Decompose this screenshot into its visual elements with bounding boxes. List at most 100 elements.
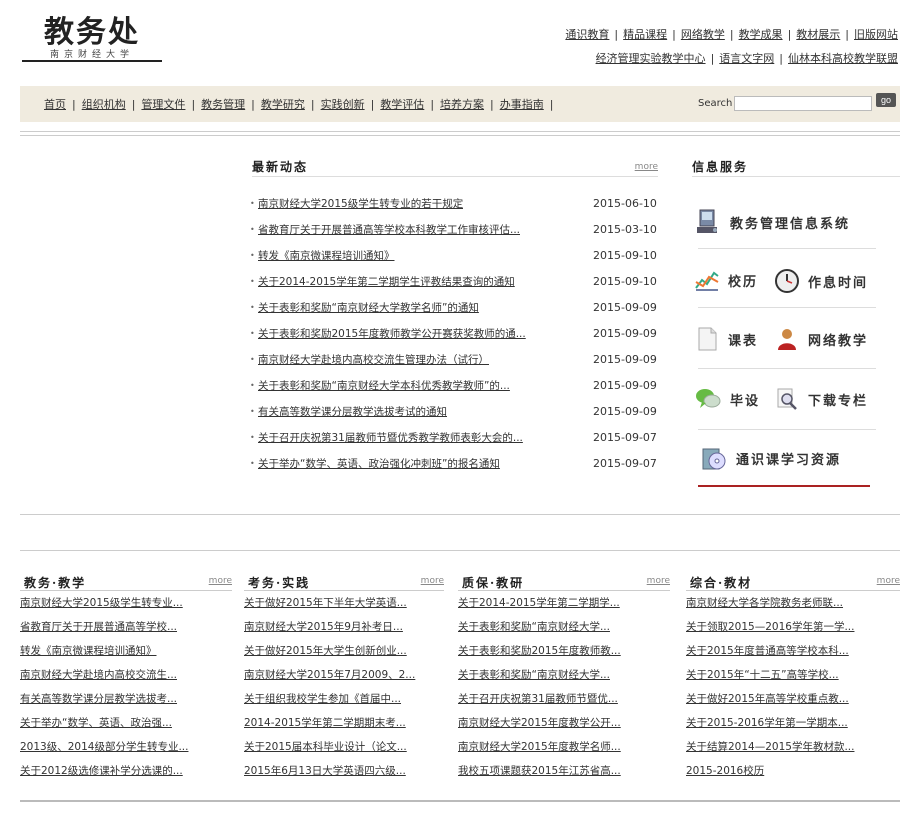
list-item-link[interactable]: 关于召开庆祝第31届教师节暨优... <box>458 693 618 705</box>
list-item-link[interactable]: 2013级、2014级部分学生转专业... <box>20 741 188 753</box>
logo-title: 教务处 <box>44 15 140 50</box>
list-item-link[interactable]: 关于2014-2015学年第二学期学... <box>458 597 620 609</box>
list-item-link[interactable]: 省教育厅关于开展普通高等学校... <box>20 621 177 633</box>
list-item: 南京财经大学2015级学生转专业... <box>20 591 232 615</box>
list-item-link[interactable]: 关于做好2015年下半年大学英语... <box>244 597 407 609</box>
list-item-link[interactable]: 关于2012级选修课补学分选课的... <box>20 765 183 777</box>
top-link-general-education[interactable]: 通识教育 <box>565 28 609 41</box>
news-item-date: 2015-09-09 <box>593 301 657 314</box>
list-item: 关于结算2014—2015学年教材款... <box>686 735 900 759</box>
list-item-link[interactable]: 关于2015年度普通高等学校本科... <box>686 645 849 657</box>
nav-teaching-research[interactable]: 教学研究 <box>261 98 305 111</box>
news-more-link[interactable]: more <box>635 162 658 172</box>
news-item-link[interactable]: 关于表彰和奖励2015年度教师教学公开赛获奖教师的通... <box>258 326 526 342</box>
service-academic-system[interactable]: 教务管理信息系统 <box>694 208 850 236</box>
nav-home[interactable]: 首页 <box>44 98 66 111</box>
news-item-date: 2015-09-07 <box>593 431 657 444</box>
disc-box-icon <box>702 448 726 470</box>
nav-documents[interactable]: 管理文件 <box>141 98 185 111</box>
news-item-link[interactable]: 关于表彰和奖励“南京财经大学教学名师”的通知 <box>258 300 479 316</box>
list-item-link[interactable]: 关于组织我校学生参加《首届中... <box>244 693 401 705</box>
nav-organization[interactable]: 组织机构 <box>82 98 126 111</box>
list-item-link[interactable]: 有关高等数学课分层教学选拔考... <box>20 693 177 705</box>
nav-practice[interactable]: 实践创新 <box>321 98 365 111</box>
nav-academic-affairs[interactable]: 教务管理 <box>201 98 245 111</box>
column-list: 南京财经大学2015级学生转专业... 省教育厅关于开展普通高等学校... 转发《南… <box>20 591 232 783</box>
top-link-quality-courses[interactable]: 精品课程 <box>623 28 667 41</box>
bullet-icon: • <box>250 225 255 234</box>
list-item-link[interactable]: 关于2015年“十二五”高等学校... <box>686 669 839 681</box>
list-item-link[interactable]: 关于表彰和奖励2015年度教师教... <box>458 645 621 657</box>
nav-training-plan[interactable]: 培养方案 <box>440 98 484 111</box>
list-item-link[interactable]: 关于表彰和奖励“南京财经大学... <box>458 669 610 681</box>
news-item-link[interactable]: 有关高等数学课分层教学选拔考试的通知 <box>258 404 447 420</box>
list-item-link[interactable]: 关于举办“数学、英语、政治强... <box>20 717 172 729</box>
news-item-link[interactable]: 南京财经大学2015级学生转专业的若干规定 <box>258 196 463 212</box>
site-logo[interactable]: 教务处 南京财经大学 <box>22 15 184 62</box>
top-link-xianlin-alliance[interactable]: 仙林本科高校教学联盟 <box>788 52 898 65</box>
list-item-link[interactable]: 关于领取2015—2016学年第一学... <box>686 621 854 633</box>
list-item-link[interactable]: 关于表彰和奖励“南京财经大学... <box>458 621 610 633</box>
news-item: • 关于2014-2015学年第二学期学生评教结果查询的通知 2015-09-10 <box>250 274 660 300</box>
service-timetable[interactable]: 课表 <box>694 326 758 352</box>
column-more-link[interactable]: more <box>877 576 900 586</box>
top-link-old-site[interactable]: 旧版网站 <box>854 28 898 41</box>
search-go-button[interactable]: go <box>876 93 896 107</box>
column-more-link[interactable]: more <box>647 576 670 586</box>
column-header: 考务·实践 more <box>244 572 444 591</box>
list-item-link[interactable]: 2015-2016校历 <box>686 765 764 777</box>
news-header: 最新动态 more <box>252 158 658 177</box>
list-item-link[interactable]: 2014-2015学年第二学期期末考... <box>244 717 406 729</box>
list-item-link[interactable]: 关于做好2015年大学生创新创业... <box>244 645 407 657</box>
list-item: 关于召开庆祝第31届教师节暨优... <box>458 687 670 711</box>
news-item-link[interactable]: 关于举办“数学、英语、政治强化冲刺班”的报名通知 <box>258 456 500 472</box>
list-item-link[interactable]: 南京财经大学2015年7月2009、2... <box>244 669 415 681</box>
column-header: 质保·教研 more <box>458 572 670 591</box>
list-item-link[interactable]: 2015年6月13日大学英语四六级... <box>244 765 406 777</box>
service-graduation-project[interactable]: 毕设 <box>694 386 760 412</box>
list-item-link[interactable]: 南京财经大学各学院教务老师联... <box>686 597 843 609</box>
top-link-experiment-center[interactable]: 经济管理实验教学中心 <box>596 52 706 65</box>
list-item: 关于做好2015年高等学校重点教... <box>686 687 900 711</box>
search-input[interactable] <box>734 96 872 111</box>
nav-guide[interactable]: 办事指南 <box>500 98 544 111</box>
list-item-link[interactable]: 我校五项课题获2015年江苏省高... <box>458 765 621 777</box>
list-item-link[interactable]: 关于做好2015年高等学校重点教... <box>686 693 849 705</box>
service-calendar[interactable]: 校历 <box>694 268 758 292</box>
news-item-link[interactable]: 南京财经大学赴境内高校交流生管理办法（试行） <box>258 352 489 368</box>
service-general-course-resources[interactable]: 通识课学习资源 <box>700 444 841 472</box>
list-item: 南京财经大学2015年7月2009、2... <box>244 663 444 687</box>
list-item-link[interactable]: 关于2015届本科毕业设计（论文... <box>244 741 407 753</box>
news-item-link[interactable]: 省教育厅关于开展普通高等学校本科教学工作审核评估... <box>258 222 520 238</box>
service-schedule[interactable]: 作息时间 <box>774 268 868 294</box>
list-item-link[interactable]: 转发《南京微课程培训通知》 <box>20 645 157 657</box>
news-item-link[interactable]: 关于召开庆祝第31届教师节暨优秀教学教师表彰大会的... <box>258 430 523 446</box>
list-item-link[interactable]: 南京财经大学2015年度教学名师... <box>458 741 621 753</box>
column-title: 教务·教学 <box>24 576 87 590</box>
news-item-link[interactable]: 关于表彰和奖励“南京财经大学本科优秀教学教师”的... <box>258 378 510 394</box>
news-item-link[interactable]: 转发《南京微课程培训通知》 <box>258 248 395 264</box>
top-link-teaching-results[interactable]: 教学成果 <box>739 28 783 41</box>
news-item-date: 2015-09-09 <box>593 327 657 340</box>
service-online-teaching[interactable]: 网络教学 <box>774 326 868 352</box>
list-item-link[interactable]: 南京财经大学2015年9月补考日... <box>244 621 403 633</box>
list-item-link[interactable]: 关于结算2014—2015学年教材款... <box>686 741 854 753</box>
column-more-link[interactable]: more <box>209 576 232 586</box>
list-item-link[interactable]: 南京财经大学2015级学生转专业... <box>20 597 183 609</box>
nav-evaluation[interactable]: 教学评估 <box>380 98 424 111</box>
column-title: 质保·教研 <box>462 576 525 590</box>
news-item-link[interactable]: 关于2014-2015学年第二学期学生评教结果查询的通知 <box>258 274 515 290</box>
service-label: 作息时间 <box>808 275 869 291</box>
list-item-link[interactable]: 关于2015-2016学年第一学期本... <box>686 717 848 729</box>
top-link-online-teaching[interactable]: 网络教学 <box>681 28 725 41</box>
clock-icon <box>775 269 799 293</box>
column-more-link[interactable]: more <box>421 576 444 586</box>
list-item-link[interactable]: 南京财经大学2015年度教学公开... <box>458 717 621 729</box>
top-link-textbook-display[interactable]: 教材展示 <box>796 28 840 41</box>
list-item-link[interactable]: 南京财经大学赴境内高校交流生... <box>20 669 177 681</box>
news-item: • 关于召开庆祝第31届教师节暨优秀教学教师表彰大会的... 2015-09-07 <box>250 430 660 456</box>
service-downloads[interactable]: 下载专栏 <box>774 386 868 412</box>
top-link-language-site[interactable]: 语言文字网 <box>719 52 774 65</box>
news-title: 最新动态 <box>252 160 309 174</box>
list-item: 关于2015届本科毕业设计（论文... <box>244 735 444 759</box>
